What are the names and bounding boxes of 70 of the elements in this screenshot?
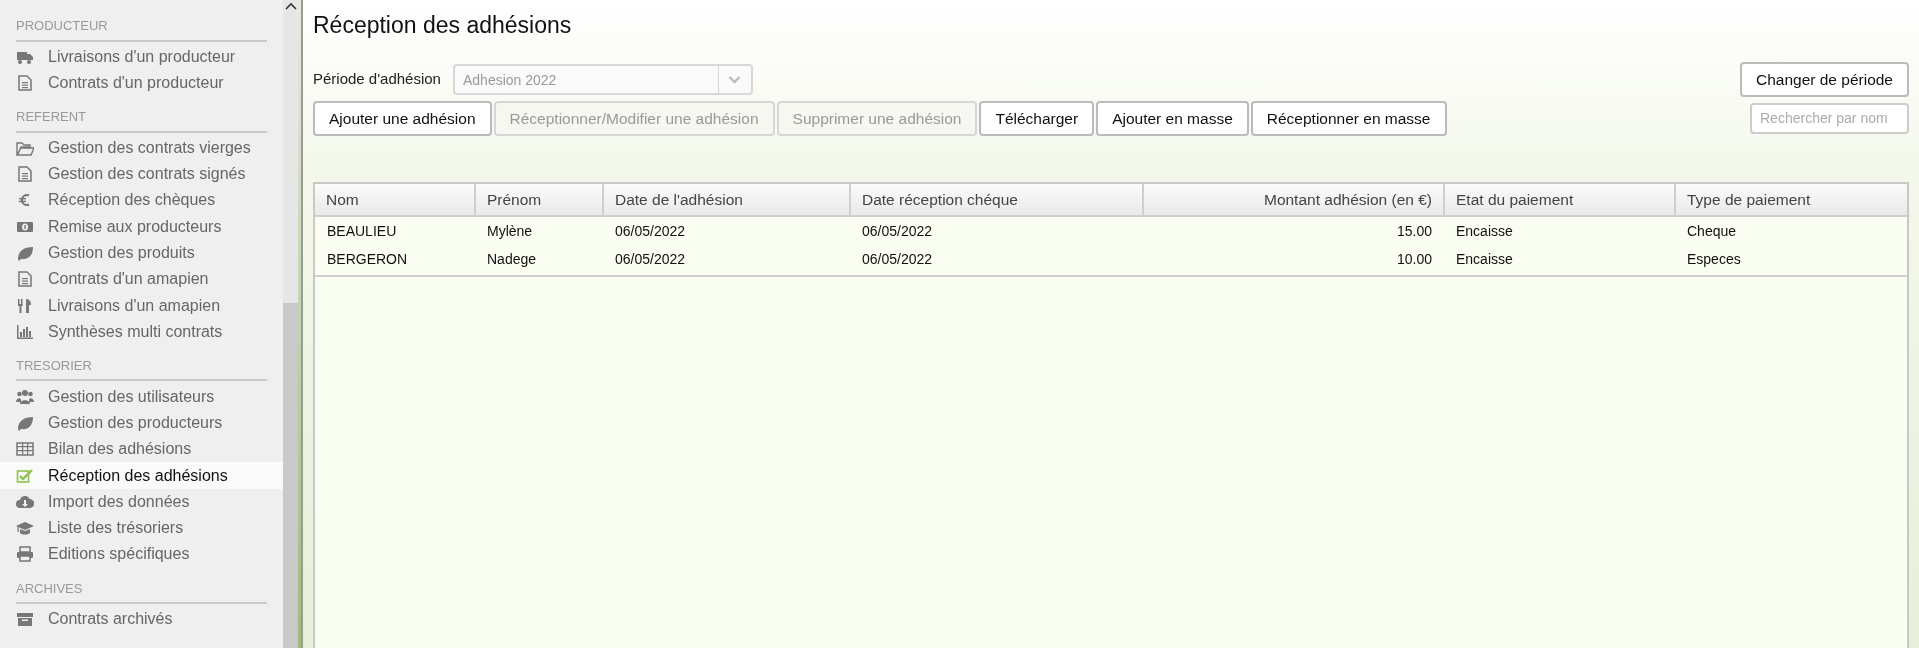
column-header[interactable]: Montant adhésion (en €) <box>1143 184 1444 217</box>
table-cell: Mylène <box>475 216 603 246</box>
sidebar-item[interactable]: Gestion des producteurs <box>0 409 283 437</box>
section-heading: REFERENT <box>16 96 267 133</box>
table-cell: 10.00 <box>1143 245 1444 277</box>
sidebar-item[interactable]: Gestion des contrats signés <box>0 160 283 188</box>
table-cell: 06/05/2022 <box>850 216 1143 246</box>
sidebar-item[interactable]: Contrats d'un amapien <box>0 266 283 293</box>
table-cell: BEAULIEU <box>315 216 475 246</box>
table-cell: 15.00 <box>1143 216 1444 246</box>
document-icon <box>16 166 34 183</box>
sidebar-item[interactable]: Contrats archivés <box>0 606 283 633</box>
sidebar-item[interactable]: Gestion des produits <box>0 239 283 267</box>
grid-icon <box>16 441 34 458</box>
table-cell: Nadege <box>475 245 603 277</box>
section-heading: TRESORIER <box>16 344 267 382</box>
section-heading: PRODUCTEUR <box>16 0 267 42</box>
page-title: Réception des adhésions <box>313 12 573 40</box>
cutlery-icon <box>16 297 34 314</box>
toolbar-button[interactable]: Réceptionner en masse <box>1250 100 1447 137</box>
table-cell: Encaisse <box>1444 216 1675 246</box>
period-select: Adhesion 2022 <box>452 63 753 95</box>
change-period-button[interactable]: Changer de période <box>1739 61 1909 97</box>
sidebar-item[interactable]: Réception des adhésions <box>0 462 283 489</box>
table-cell: 06/05/2022 <box>850 245 1143 277</box>
table-cell: Especes <box>1675 245 1907 277</box>
document-icon <box>16 271 34 288</box>
printer-icon <box>16 546 34 563</box>
period-label: Période d'adhésion <box>313 68 441 89</box>
folder-icon <box>16 139 34 156</box>
column-header[interactable]: Etat du paiement <box>1444 184 1675 217</box>
toolbar-button[interactable]: Ajouter une adhésion <box>313 100 492 137</box>
leaf-icon <box>16 244 34 261</box>
column-header[interactable]: Prénom <box>475 184 603 217</box>
checkbox-icon <box>16 467 34 484</box>
sidebar-item[interactable]: Gestion des utilisateurs <box>0 383 283 410</box>
sidebar-item[interactable]: Contrats d'un producteur <box>0 69 283 97</box>
sidebar-item[interactable]: Editions spécifiques <box>0 541 283 568</box>
toolbar-button[interactable]: Ajouter en masse <box>1096 100 1249 137</box>
sidebar-item[interactable]: Liste des trésoriers <box>0 514 283 542</box>
sidebar-item[interactable]: Bilan des adhésions <box>0 436 283 463</box>
users-icon <box>16 388 34 405</box>
table-cell: 06/05/2022 <box>603 216 850 246</box>
archive-box-icon <box>16 611 34 628</box>
sidebar-item[interactable]: Livraisons d'un amapien <box>0 292 283 319</box>
table-cell: Cheque <box>1675 216 1907 246</box>
table-cell: BERGERON <box>315 245 475 277</box>
search-field[interactable]: Rechercher par nom <box>1750 102 1909 134</box>
sidebar-item[interactable]: Livraisons d'un producteur <box>0 43 283 70</box>
bar-chart-icon <box>16 323 34 340</box>
table-cell: 06/05/2022 <box>603 245 850 277</box>
sidebar-item[interactable]: Import des données <box>0 488 283 515</box>
scroll-up-icon[interactable] <box>284 2 297 10</box>
column-header[interactable]: Date de l'adhésion <box>603 184 850 217</box>
toolbar-button[interactable]: Télécharger <box>979 100 1095 137</box>
sidebar-item[interactable]: Gestion des contrats vierges <box>0 134 283 161</box>
sidebar-item[interactable]: Réception des chèques <box>0 187 283 214</box>
cloud-download-icon <box>16 493 34 510</box>
table-cell: Encaisse <box>1444 245 1675 277</box>
document-icon <box>16 74 34 91</box>
sidebar-item[interactable]: Synthèses multi contrats <box>0 318 283 345</box>
column-header[interactable]: Nom <box>315 184 475 217</box>
sidebar-item[interactable]: Remise aux producteurs <box>0 213 283 240</box>
leaf-icon <box>16 414 34 431</box>
column-header[interactable]: Type de paiement <box>1675 184 1907 217</box>
chevron-down-icon <box>728 74 742 84</box>
scrollbar-thumb[interactable] <box>283 303 298 648</box>
section-heading: ARCHIVES <box>16 567 267 605</box>
graduation-cap-icon <box>16 520 34 537</box>
column-header[interactable]: Date réception chéque <box>850 184 1143 217</box>
